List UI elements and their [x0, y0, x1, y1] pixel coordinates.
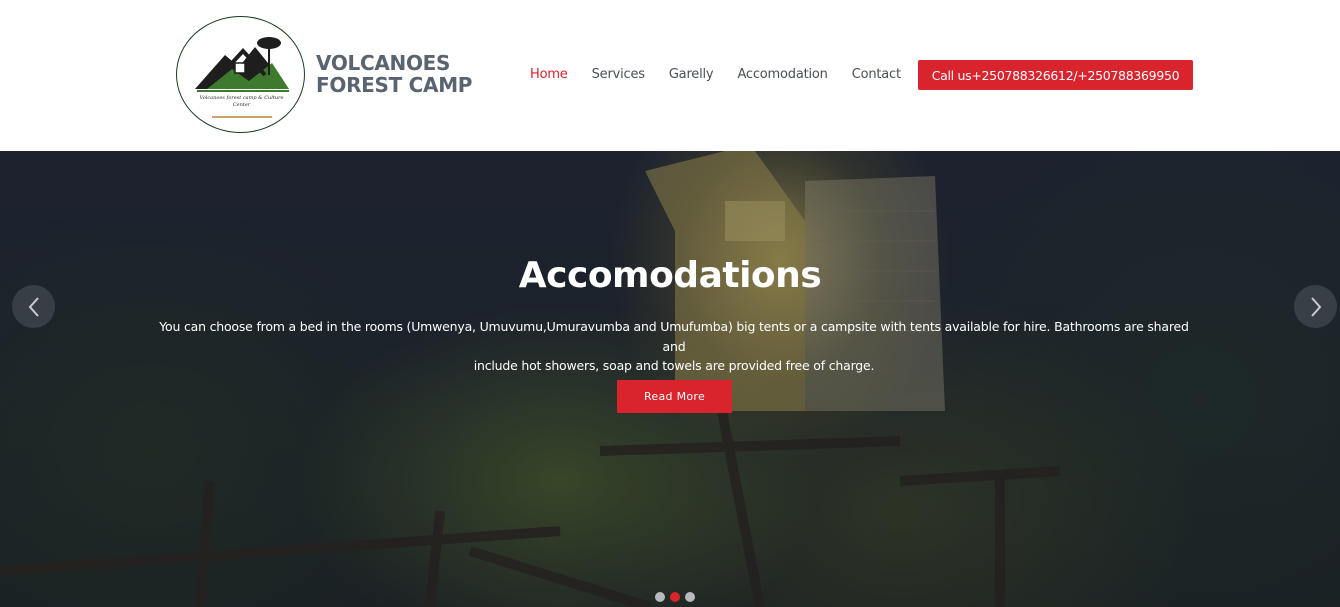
- nav-accomodation[interactable]: Accomodation: [737, 66, 827, 84]
- site-header: Volcanoes forest camp & Culture Center V…: [0, 0, 1340, 151]
- logo[interactable]: Volcanoes forest camp & Culture Center: [176, 16, 305, 133]
- hero-description: You can choose from a bed in the rooms (…: [150, 317, 1198, 376]
- logo-tagline: Volcanoes forest camp & Culture Center: [199, 95, 284, 108]
- read-more-button[interactable]: Read More: [617, 380, 732, 413]
- slider-dot-3[interactable]: [685, 592, 695, 602]
- brand-line-2: FOREST CAMP: [316, 73, 473, 97]
- hero-description-line-1: You can choose from a bed in the rooms (…: [159, 319, 1189, 354]
- hero-description-line-2: include hot showers, soap and towels are…: [473, 358, 875, 373]
- main-nav: Home Services Garelly Accomodation Conta…: [530, 66, 925, 84]
- slider-dot-1[interactable]: [655, 592, 665, 602]
- hero-title: Accomodations: [518, 255, 822, 296]
- nav-services[interactable]: Services: [592, 66, 645, 84]
- chevron-left-icon: [28, 296, 39, 317]
- brand-name[interactable]: VOLCANOES FOREST CAMP: [316, 52, 472, 96]
- slider-dot-2[interactable]: [670, 592, 680, 602]
- nav-garelly[interactable]: Garelly: [669, 66, 714, 84]
- call-us-button[interactable]: Call us+250788326612/+250788369950: [918, 60, 1193, 90]
- hero-slider: Accomodations You can choose from a bed …: [0, 151, 1340, 607]
- nav-contact[interactable]: Contact: [852, 66, 901, 84]
- nav-home[interactable]: Home: [530, 66, 568, 84]
- brand-line-1: VOLCANOES: [316, 51, 451, 75]
- chevron-right-icon: [1310, 296, 1321, 317]
- hero-overlay: [0, 151, 1340, 607]
- logo-emblem: Volcanoes forest camp & Culture Center: [176, 16, 305, 133]
- slider-dots: [655, 592, 695, 602]
